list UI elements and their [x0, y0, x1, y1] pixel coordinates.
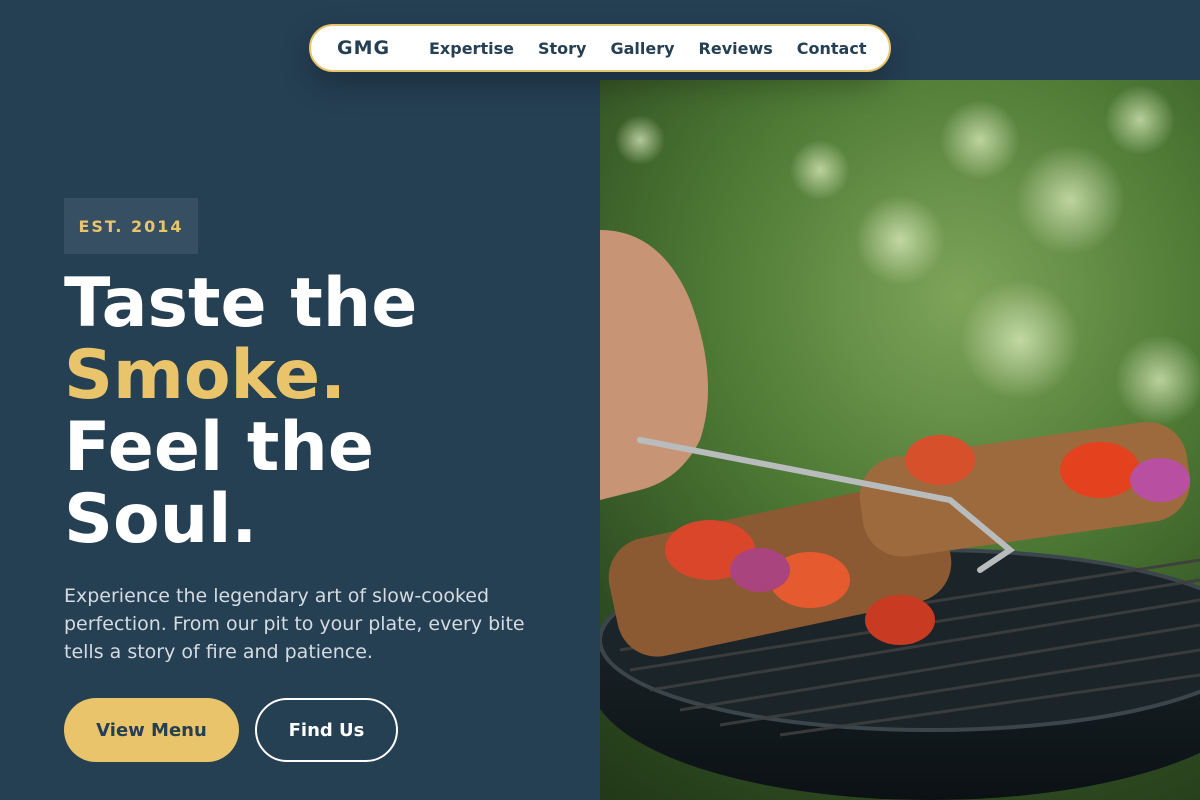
headline-line-1: Taste the — [64, 264, 418, 343]
headline-line-3: Feel the — [64, 408, 374, 487]
top-navigation: GMG Expertise Story Gallery Reviews Cont… — [309, 24, 891, 72]
hero-description: Experience the legendary art of slow-coo… — [64, 585, 525, 663]
grill-illustration — [600, 85, 1200, 800]
headline-line-4: Soul. — [64, 480, 258, 559]
nav-link-story[interactable]: Story — [538, 39, 586, 58]
nav-link-gallery[interactable]: Gallery — [610, 39, 674, 58]
find-us-button[interactable]: Find Us — [255, 698, 398, 762]
nav-link-contact[interactable]: Contact — [797, 39, 867, 58]
established-badge: EST. 2014 — [64, 198, 198, 254]
hero-headline: Taste the Smoke. Feel the Soul. — [64, 268, 417, 556]
grill-kebab-photo — [600, 80, 1200, 800]
nav-links: Expertise Story Gallery Reviews Contact — [429, 39, 866, 58]
nav-link-reviews[interactable]: Reviews — [699, 39, 773, 58]
view-menu-button[interactable]: View Menu — [64, 698, 239, 762]
nav-link-expertise[interactable]: Expertise — [429, 39, 514, 58]
headline-accent: Smoke. — [64, 336, 346, 415]
brand-logo[interactable]: GMG — [337, 37, 390, 59]
